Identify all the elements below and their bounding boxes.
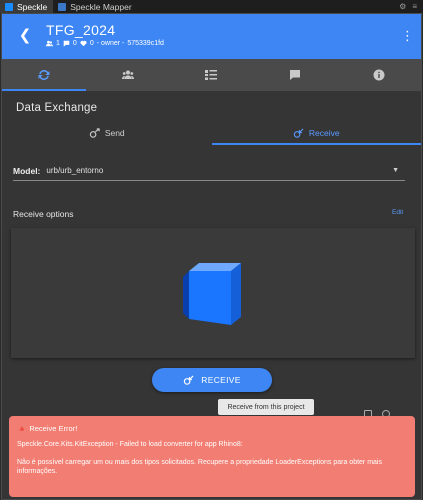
project-meta: 1 0 0 - owner - 575339c1fd xyxy=(46,40,164,47)
model-value: urb/urb_entorno xyxy=(46,166,104,175)
owner-label: - owner - xyxy=(96,40,125,47)
receive-button-label: RECEIVE xyxy=(201,375,241,385)
tab-comments[interactable] xyxy=(253,59,337,91)
model-label: Model: xyxy=(13,165,41,176)
error-title: 🔺 Receive Error! xyxy=(17,424,407,434)
tab-collaborators[interactable] xyxy=(86,59,170,91)
heart-icon xyxy=(80,40,87,47)
panel-tab-speckle-mapper[interactable]: Speckle Mapper xyxy=(53,0,137,13)
users-icon xyxy=(46,40,53,47)
tab-activity[interactable] xyxy=(170,59,254,91)
edit-options-link[interactable]: Edit xyxy=(392,209,403,216)
model-preview xyxy=(11,228,415,358)
receive-tooltip: Receive from this project xyxy=(218,399,314,415)
speckle-mapper-logo-icon xyxy=(58,2,67,11)
chevron-down-icon: ▼ xyxy=(392,167,399,174)
error-snackbar: 🔺 Receive Error! Speckle.Core.Kits.KitEx… xyxy=(9,416,415,497)
error-message-line: Speckle.Core.Kits.KitException - Failed … xyxy=(17,441,243,449)
more-vertical-icon[interactable]: ⋮ xyxy=(401,27,414,45)
speckle-panel: ❮ TFG_2024 1 0 0 - owner - 575339c1fd ⋮ xyxy=(1,13,422,500)
tab-send-label: Send xyxy=(104,128,125,138)
list-icon xyxy=(205,70,218,80)
error-title-text: Receive Error! xyxy=(29,424,78,433)
panel-tab-label: Speckle xyxy=(17,1,48,12)
send-icon xyxy=(89,127,100,138)
info-icon xyxy=(373,69,385,81)
tab-send[interactable]: Send xyxy=(2,121,212,145)
tab-receive[interactable]: Receive xyxy=(211,121,422,145)
back-arrow-icon[interactable]: ❮ xyxy=(16,26,34,46)
panel-tab-speckle[interactable]: Speckle xyxy=(0,0,54,13)
receive-options-label: Receive options xyxy=(13,209,74,219)
receive-icon xyxy=(184,374,194,385)
comment-count: 0 xyxy=(72,40,77,47)
error-detail-line: Não é possível carregar um ou mais dos t… xyxy=(17,458,382,475)
users-icon xyxy=(121,70,134,79)
menu-icon[interactable]: ≡ xyxy=(412,2,417,11)
tab-info[interactable] xyxy=(337,59,421,91)
like-count: 0 xyxy=(89,40,94,47)
project-nav xyxy=(2,59,421,91)
alert-icon: 🔺 xyxy=(17,424,27,433)
comment-icon xyxy=(63,40,70,47)
collaborator-count: 1 xyxy=(56,40,60,47)
settings-icon[interactable]: ⚙ xyxy=(399,2,406,11)
project-title: TFG_2024 xyxy=(46,22,116,38)
model-select[interactable]: Model: urb/urb_entorno ▼ xyxy=(13,161,405,181)
sync-icon xyxy=(38,70,50,80)
speckle-logo-icon xyxy=(5,2,13,11)
receive-button[interactable]: RECEIVE xyxy=(152,368,272,392)
data-exchange-title: Data Exchange xyxy=(16,102,98,114)
panel-controls: ⚙ ≡ xyxy=(399,2,423,11)
panel-tabstrip: Speckle Speckle Mapper ⚙ ≡ xyxy=(0,0,423,13)
receive-icon xyxy=(293,128,304,138)
tab-sync[interactable] xyxy=(2,59,86,91)
cube-preview-image xyxy=(183,263,241,325)
panel-tab-label: Speckle Mapper xyxy=(70,1,132,12)
project-header: ❮ TFG_2024 1 0 0 - owner - 575339c1fd ⋮ xyxy=(2,14,421,59)
tab-receive-label: Receive xyxy=(308,128,340,138)
comment-icon xyxy=(290,70,301,80)
exchange-mode-tabs: Send Receive xyxy=(2,121,421,145)
project-id: 575339c1fd xyxy=(127,40,164,47)
